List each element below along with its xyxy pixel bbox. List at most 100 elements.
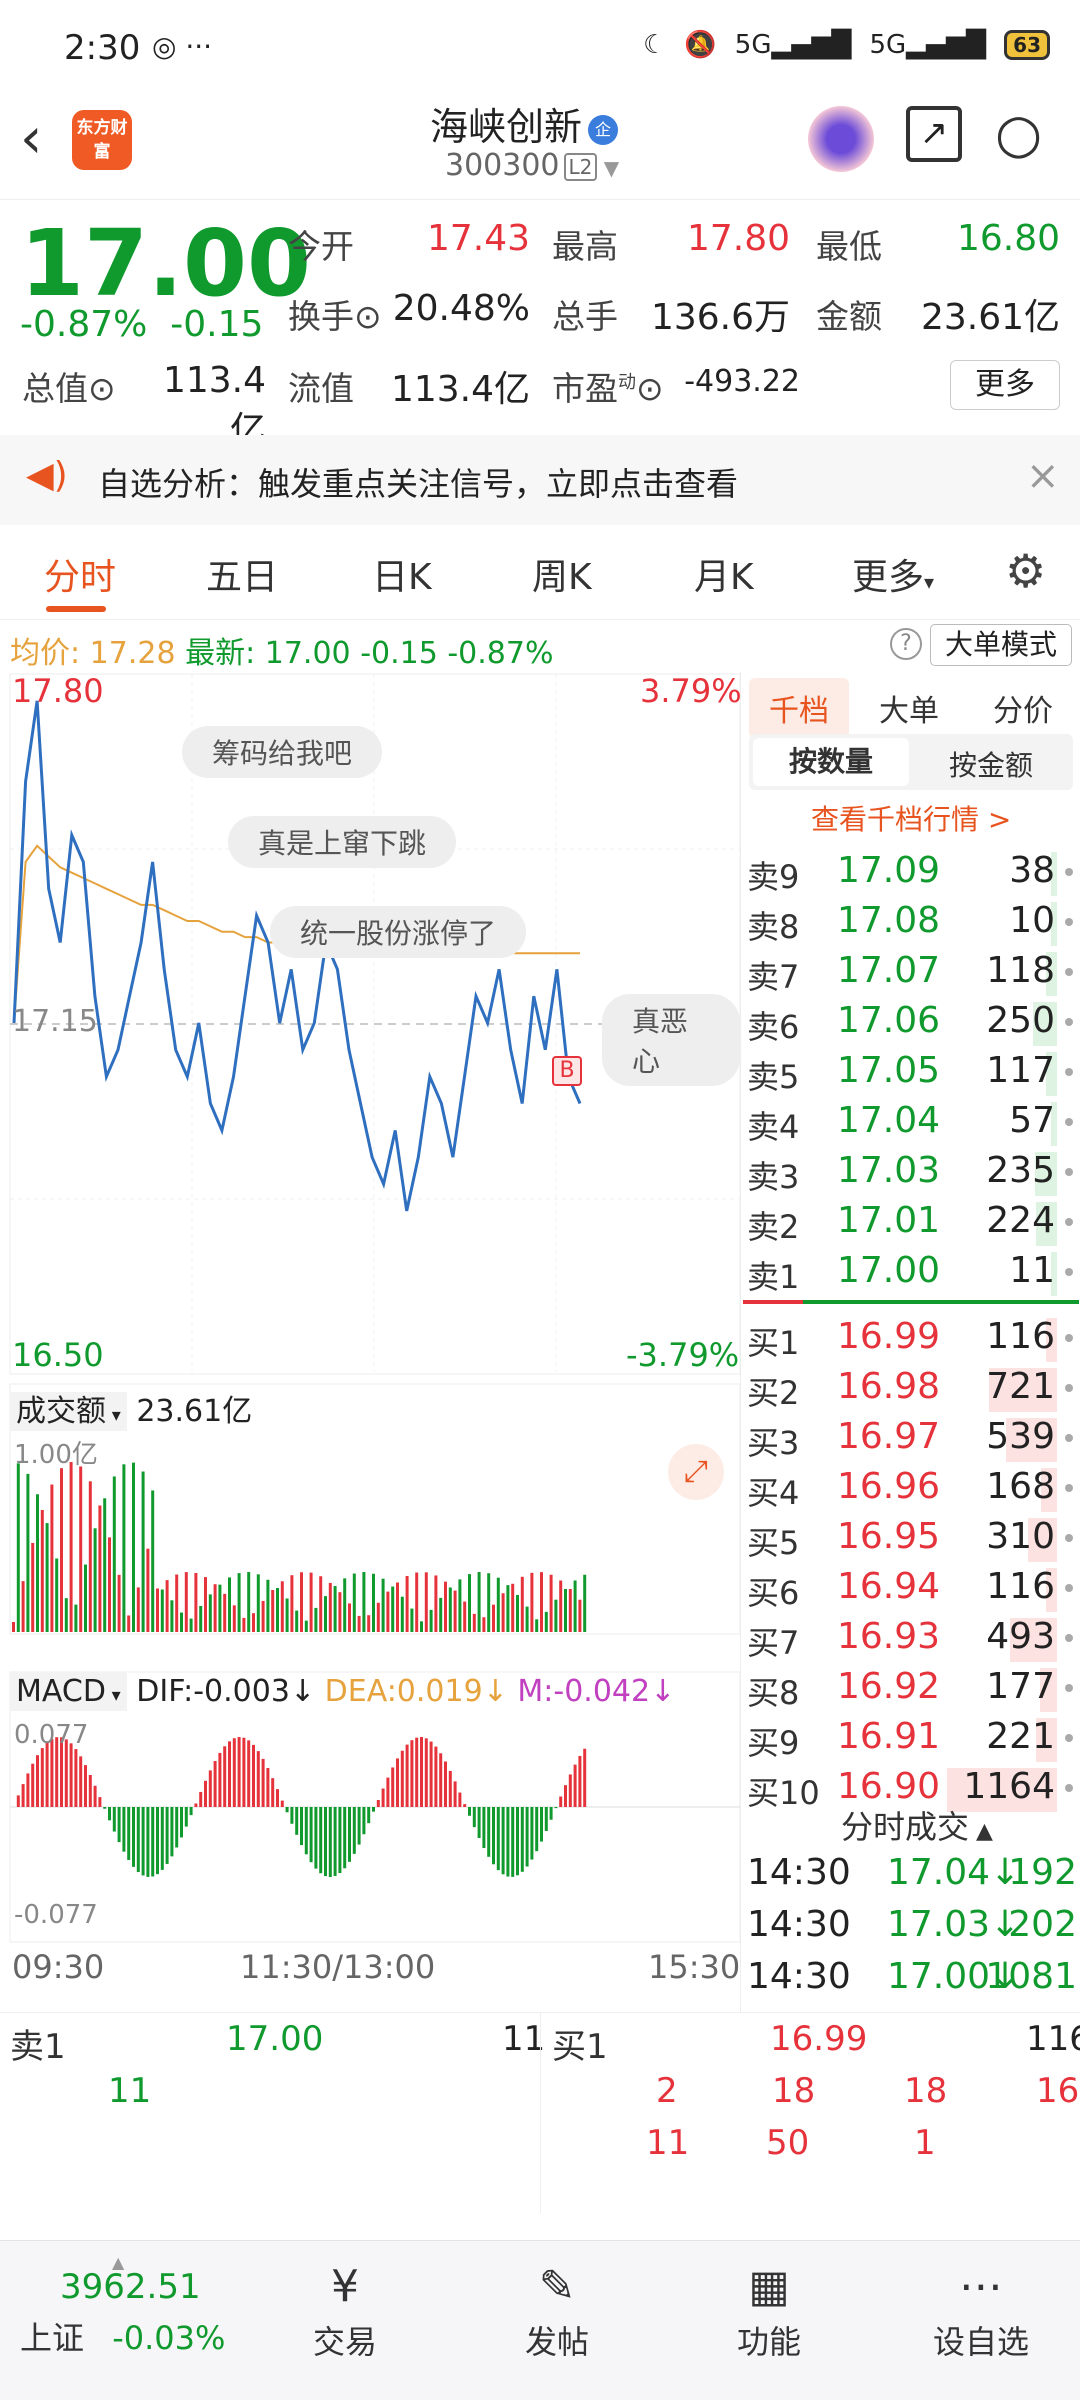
macd-bar	[367, 1807, 371, 1824]
ask-row[interactable]: 卖8 17.08 10	[741, 898, 1080, 948]
bid-dot	[1065, 1734, 1073, 1742]
nav-add-watchlist[interactable]: ⋯ 设自选	[906, 2261, 1056, 2363]
volume-bar	[237, 1573, 241, 1632]
macd-bar	[501, 1807, 505, 1875]
macd-selector[interactable]: MACD ▾	[10, 1672, 127, 1711]
comment-bubble-3[interactable]: 统一股份涨停了	[270, 906, 527, 958]
volume-bar	[530, 1572, 534, 1632]
volume-bar	[352, 1573, 356, 1632]
ask-level-label: 卖6	[747, 1008, 800, 1046]
tab-more[interactable]: 更多▾	[852, 548, 934, 600]
help-icon[interactable]: ?	[890, 628, 922, 660]
ask-row[interactable]: 卖2 17.01 224	[741, 1198, 1080, 1248]
nav-functions[interactable]: ▦ 功能	[694, 2261, 844, 2363]
macd-bar	[84, 1765, 87, 1807]
ask-row[interactable]: 卖5 17.05 117	[741, 1048, 1080, 1098]
index-ticker[interactable]: ▲ 3962.51 上证 -0.03%	[20, 2253, 260, 2359]
macd-bar	[429, 1741, 433, 1807]
comment-bubble-1[interactable]: 筹码给我吧	[182, 726, 383, 778]
ask-row[interactable]: 卖1 17.00 11	[741, 1248, 1080, 1298]
ask-row[interactable]: 卖9 17.09 38	[741, 848, 1080, 898]
macd-bar	[160, 1807, 164, 1870]
search-icon[interactable]: ○	[995, 102, 1042, 165]
bid-row[interactable]: 买5 16.95 310	[741, 1514, 1080, 1564]
volume-bar	[420, 1621, 423, 1632]
macd-bar	[516, 1807, 519, 1876]
macd-bar	[410, 1740, 414, 1807]
expand-icon[interactable]: ⤢	[668, 1444, 724, 1500]
back-icon[interactable]: ‹	[20, 106, 42, 171]
macd-bar	[314, 1807, 318, 1869]
assistant-avatar[interactable]	[808, 106, 874, 172]
tab-thousand-levels[interactable]: 千档	[749, 678, 849, 738]
bid-dot	[1065, 1384, 1073, 1392]
bid-volume: 177	[986, 1666, 1055, 1707]
tab-daily-k[interactable]: 日K	[372, 548, 432, 600]
volume-bar	[256, 1574, 260, 1632]
volume-bar	[228, 1577, 231, 1632]
tab-by-amount[interactable]: 按金额	[949, 744, 1033, 784]
tab-five-day[interactable]: 五日	[206, 548, 278, 600]
macd-bar	[165, 1807, 169, 1864]
bid-row[interactable]: 买9 16.91 221	[741, 1714, 1080, 1764]
volume-selector[interactable]: 成交额 ▾	[10, 1392, 127, 1431]
index-name: 上证	[20, 2319, 85, 2357]
stock-code-row[interactable]: 300300 L2 ▼	[445, 148, 619, 183]
nav-trade[interactable]: ¥ 交易	[270, 2261, 420, 2363]
tab-weekly-k[interactable]: 周K	[532, 548, 592, 600]
ask-row[interactable]: 卖4 17.04 57	[741, 1098, 1080, 1148]
macd-header: MACD ▾ DIF:-0.003↓ DEA:0.019↓ M:-0.042↓	[10, 1672, 675, 1711]
tick-volume: 1081	[985, 1956, 1077, 1997]
macd-bar	[396, 1758, 399, 1807]
volume-bar	[410, 1608, 414, 1632]
comment-bubble-2[interactable]: 真是上窜下跳	[228, 816, 457, 868]
signal-icon: 5G▂▄▆█	[734, 30, 852, 60]
ask-level-label: 卖9	[747, 858, 800, 896]
bid-dot	[1065, 1484, 1073, 1492]
tab-monthly-k[interactable]: 月K	[694, 548, 754, 600]
bid-row[interactable]: 买2 16.98 721	[741, 1364, 1080, 1414]
macd-bar	[170, 1807, 174, 1857]
ask-row[interactable]: 卖6 17.06 250	[741, 998, 1080, 1048]
bid-level-label: 买6	[747, 1574, 800, 1612]
close-icon[interactable]: ×	[1026, 453, 1060, 499]
macd-bar	[420, 1737, 423, 1807]
price-top-label: 17.80	[12, 672, 104, 710]
tab-big-orders[interactable]: 大单	[879, 686, 939, 730]
ask-row[interactable]: 卖3 17.03 235	[741, 1148, 1080, 1198]
tick-header[interactable]: 分时成交 ▲	[841, 1802, 993, 1848]
bid-row[interactable]: 买8 16.92 177	[741, 1664, 1080, 1714]
ask-dot	[1065, 968, 1073, 976]
view-thousand-levels-link[interactable]: 查看千档行情 >	[811, 798, 1011, 838]
buy-marker[interactable]: B	[552, 1056, 582, 1086]
ask-dot	[1065, 1268, 1073, 1276]
comment-bubble-4[interactable]: 真恶心	[602, 994, 740, 1086]
gear-icon[interactable]: ⚙	[1005, 544, 1046, 598]
bid-price: 16.92	[837, 1666, 941, 1707]
macd-bar	[180, 1807, 183, 1838]
bid-row[interactable]: 买6 16.94 116	[741, 1564, 1080, 1614]
macd-bar	[295, 1807, 299, 1835]
volume-bar	[141, 1471, 145, 1632]
volume-bar	[127, 1615, 131, 1632]
bid-row[interactable]: 买3 16.97 539	[741, 1414, 1080, 1464]
more-button[interactable]: 更多	[950, 360, 1060, 410]
bid-row[interactable]: 买7 16.93 493	[741, 1614, 1080, 1664]
macd-bar	[112, 1807, 116, 1832]
bid-row[interactable]: 买4 16.96 168	[741, 1464, 1080, 1514]
amount-value: 23.61亿	[920, 297, 1060, 338]
alert-banner[interactable]: ◀) 自选分析：触发重点关注信号，立即点击查看 ×	[0, 435, 1080, 525]
tab-by-quantity[interactable]: 按数量	[753, 738, 909, 786]
bid-row[interactable]: 买1 16.99 116	[741, 1314, 1080, 1364]
share-icon[interactable]: ↗	[906, 106, 962, 162]
volume-bar	[381, 1578, 385, 1632]
macd-bar	[290, 1807, 294, 1824]
tab-price-distribution[interactable]: 分价	[993, 686, 1053, 730]
app-logo[interactable]: 东方财富	[72, 110, 132, 170]
chart-area[interactable]: 17.80 3.79% 17.15 16.50 -3.79% 筹码给我吧 真是上…	[0, 672, 742, 2012]
volume-bar	[525, 1606, 529, 1632]
tab-intraday[interactable]: 分时	[44, 548, 116, 600]
big-order-mode-button[interactable]: 大单模式	[930, 624, 1072, 666]
ask-row[interactable]: 卖7 17.07 118	[741, 948, 1080, 998]
nav-post[interactable]: ✎ 发帖	[482, 2261, 632, 2363]
